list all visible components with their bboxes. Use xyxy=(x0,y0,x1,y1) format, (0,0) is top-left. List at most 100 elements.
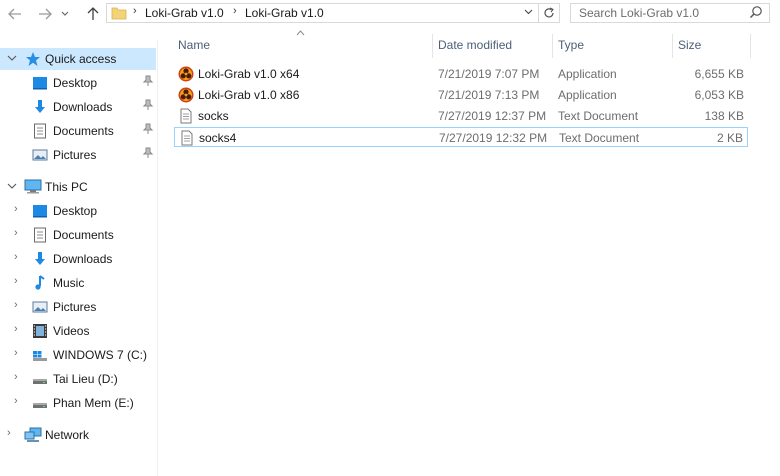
sidebar-item-label: Videos xyxy=(53,324,90,338)
star-icon xyxy=(25,51,41,67)
chevron-right-icon[interactable]: › xyxy=(7,427,11,439)
file-date-modified: 7/27/2019 12:37 PM xyxy=(438,109,547,123)
file-row[interactable]: Loki-Grab v1.0 x86 7/21/2019 7:13 PM App… xyxy=(174,85,748,105)
column-header-date-modified[interactable]: Date modified xyxy=(438,38,512,52)
up-arrow-icon[interactable] xyxy=(82,4,104,24)
column-divider[interactable] xyxy=(432,34,433,58)
pin-icon[interactable] xyxy=(142,147,154,162)
network-icon xyxy=(24,427,42,443)
folder-icon xyxy=(111,5,127,24)
sidebar-item-label: WINDOWS 7 (C:) xyxy=(53,348,147,362)
file-size: 2 KB xyxy=(716,131,743,145)
column-divider[interactable] xyxy=(750,34,751,58)
sidebar-item-label: Phan Mem (E:) xyxy=(53,396,134,410)
file-name: socks4 xyxy=(199,131,237,145)
column-header-name[interactable]: Name xyxy=(178,38,210,52)
file-row[interactable]: socks4 7/27/2019 12:32 PM Text Document … xyxy=(174,127,748,147)
biohazard-app-icon xyxy=(178,87,194,103)
sidebar-item-label: Desktop xyxy=(53,204,98,218)
refresh-icon[interactable] xyxy=(538,4,559,22)
sidebar-item-label: Pictures xyxy=(53,300,97,314)
pin-icon[interactable] xyxy=(142,75,154,90)
sidebar-item-label: Documents xyxy=(53,124,114,138)
forward-arrow-icon[interactable] xyxy=(34,4,56,24)
biohazard-app-icon xyxy=(178,66,194,82)
search-placeholder: Search Loki-Grab v1.0 xyxy=(579,6,700,20)
sidebar-item-documents[interactable]: › Documents xyxy=(0,224,156,246)
sidebar-item-downloads[interactable]: › Downloads xyxy=(0,248,156,270)
file-row[interactable]: Loki-Grab v1.0 x64 7/21/2019 7:07 PM App… xyxy=(174,64,748,84)
file-name: Loki-Grab v1.0 x64 xyxy=(198,67,300,81)
drive-icon xyxy=(32,371,48,387)
music-icon xyxy=(32,275,48,291)
search-input[interactable]: Search Loki-Grab v1.0 xyxy=(570,3,770,23)
search-icon[interactable] xyxy=(749,5,763,19)
chevron-right-icon[interactable]: › xyxy=(14,227,18,239)
file-name: Loki-Grab v1.0 x86 xyxy=(198,88,300,102)
sidebar-item-drive-e[interactable]: › Phan Mem (E:) xyxy=(0,392,156,414)
downloads-icon xyxy=(32,99,48,115)
system-drive-icon xyxy=(32,347,48,363)
sidebar-item-label: Documents xyxy=(53,228,114,242)
column-header-type[interactable]: Type xyxy=(558,38,584,52)
breadcrumb-separator-icon: › xyxy=(133,5,137,17)
back-arrow-icon[interactable] xyxy=(4,4,26,24)
file-type: Text Document xyxy=(559,131,640,145)
chevron-right-icon[interactable]: › xyxy=(14,203,18,215)
sidebar-item-label: Quick access xyxy=(45,52,117,66)
file-type: Application xyxy=(558,88,617,102)
documents-icon xyxy=(32,227,48,243)
sidebar-item-downloads[interactable]: Downloads xyxy=(0,96,156,118)
desktop-icon xyxy=(32,203,48,219)
file-size: 6,053 KB xyxy=(694,88,744,102)
sidebar-item-drive-d[interactable]: › Tai Lieu (D:) xyxy=(0,368,156,390)
chevron-right-icon[interactable]: › xyxy=(14,323,18,335)
column-divider[interactable] xyxy=(552,34,553,58)
sidebar-item-music[interactable]: › Music xyxy=(0,272,156,294)
pictures-icon xyxy=(32,299,48,315)
sidebar-item-pictures[interactable]: Pictures xyxy=(0,144,156,166)
sidebar-item-label: Network xyxy=(45,428,90,442)
address-bar[interactable]: › Loki-Grab v1.0 › Loki-Grab v1.0 xyxy=(106,3,560,23)
sidebar-item-quick-access[interactable]: Quick access xyxy=(0,48,156,70)
file-size: 138 KB xyxy=(704,109,744,123)
sidebar-item-desktop[interactable]: Desktop xyxy=(0,72,156,94)
pin-icon[interactable] xyxy=(142,123,154,138)
column-divider[interactable] xyxy=(672,34,673,58)
sidebar-item-videos[interactable]: › Videos xyxy=(0,320,156,342)
column-header-row: Name Date modified Type Size xyxy=(170,34,751,58)
documents-icon xyxy=(32,123,48,139)
column-header-size[interactable]: Size xyxy=(678,38,701,52)
chevron-down-icon[interactable] xyxy=(7,179,17,196)
sidebar-item-network[interactable]: › Network xyxy=(0,424,156,446)
sidebar-item-pictures[interactable]: › Pictures xyxy=(0,296,156,318)
sidebar-item-documents[interactable]: Documents xyxy=(0,120,156,142)
sidebar-item-label: Pictures xyxy=(53,148,97,162)
chevron-right-icon[interactable]: › xyxy=(14,299,18,311)
sidebar-item-label: Desktop xyxy=(53,76,98,90)
pin-icon[interactable] xyxy=(142,99,154,114)
file-name: socks xyxy=(198,109,229,123)
desktop-icon xyxy=(32,75,48,91)
sidebar-item-this-pc[interactable]: This PC xyxy=(0,176,156,198)
breadcrumb-segment[interactable]: Loki-Grab v1.0 xyxy=(145,6,224,20)
sidebar-item-desktop[interactable]: › Desktop xyxy=(0,200,156,222)
chevron-right-icon[interactable]: › xyxy=(14,251,18,263)
file-row[interactable]: socks 7/27/2019 12:37 PM Text Document 1… xyxy=(174,106,748,126)
chevron-right-icon[interactable]: › xyxy=(14,347,18,359)
chevron-down-icon[interactable] xyxy=(58,4,72,24)
file-date-modified: 7/21/2019 7:13 PM xyxy=(438,88,540,102)
navigation-pane: Quick access Desktop Downloads Documents xyxy=(0,40,158,476)
sidebar-item-label: Music xyxy=(53,276,85,290)
chevron-down-icon[interactable] xyxy=(524,5,533,22)
file-date-modified: 7/21/2019 7:07 PM xyxy=(438,67,540,81)
file-date-modified: 7/27/2019 12:32 PM xyxy=(439,131,548,145)
sidebar-item-label: Downloads xyxy=(53,252,113,266)
sidebar-item-drive-c[interactable]: › WINDOWS 7 (C:) xyxy=(0,344,156,366)
breadcrumb-segment[interactable]: Loki-Grab v1.0 xyxy=(245,6,324,20)
text-document-icon xyxy=(179,130,195,146)
chevron-right-icon[interactable]: › xyxy=(14,275,18,287)
chevron-down-icon[interactable] xyxy=(7,51,17,68)
chevron-right-icon[interactable]: › xyxy=(14,371,18,383)
chevron-right-icon[interactable]: › xyxy=(14,395,18,407)
